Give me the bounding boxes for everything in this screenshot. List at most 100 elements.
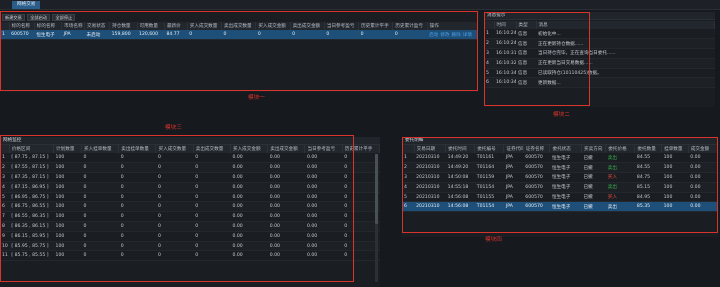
table-row[interactable]: 10[ 85.95 , 85.75 ] 100 0 0 0 0 0.00 0.00 0.00 0 xyxy=(0,241,380,252)
table-row[interactable]: 1[ 87.75 , 87.15 ] 100 0 0 0 0 0.00 0.00 0.00 0 xyxy=(0,153,380,164)
column-header[interactable]: 时间 xyxy=(494,21,517,29)
table-row[interactable]: 8[ 86.35 , 86.15 ] 100 0 0 0 0 0.00 0.00 0.00 0 xyxy=(0,221,380,232)
column-header[interactable]: 可用数量 xyxy=(137,22,165,30)
column-header[interactable]: 委托时间 xyxy=(445,145,476,153)
column-header[interactable]: 卖出成交数量 xyxy=(193,145,231,153)
table-cell: 0.00 xyxy=(230,241,268,252)
column-header[interactable]: 标的名称 xyxy=(9,22,35,30)
table-cell: 0.00 xyxy=(304,153,343,164)
column-header[interactable]: 消息 xyxy=(536,21,715,29)
table-cell: [ 86.15 , 85.95 ] xyxy=(9,231,54,242)
column-header[interactable]: 卖出挂单数量 xyxy=(118,145,157,153)
modify-link[interactable]: 修改 xyxy=(440,33,449,38)
table-row[interactable]: 6[ 86.75 , 86.55 ] 100 0 0 0 0 0.00 0.00 0.00 0 xyxy=(0,201,380,213)
table-row[interactable]: 11[ 85.75 , 85.55 ] 100 0 0 0 0 0.00 0.00 0.00 0 xyxy=(0,250,380,262)
column-header[interactable]: 历史累计平手 xyxy=(342,145,381,153)
column-header[interactable]: 买入成交数量 xyxy=(155,145,194,153)
column-header[interactable]: 证券代码 xyxy=(503,145,524,153)
column-header[interactable]: 当日参考盈亏 xyxy=(324,22,360,30)
column-header[interactable] xyxy=(0,22,10,30)
table-cell: JPA xyxy=(503,153,524,164)
table-cell: 2 xyxy=(402,162,415,174)
table-cell: 卖出 xyxy=(605,153,635,164)
table-row[interactable]: 1 20210310 14:49:20 T01161 JPA 600570 恒生电子 已撤 卖出… xyxy=(402,153,718,164)
column-header[interactable]: 历史累计平手 xyxy=(358,22,394,30)
column-header[interactable]: 类型 xyxy=(516,21,537,29)
message-panel-title: 消息提示 xyxy=(484,12,715,20)
table-cell: 0 xyxy=(193,231,231,242)
column-header[interactable]: 卖出成交金额 xyxy=(290,22,325,30)
table-row[interactable]: 1 600570 恒生电子 JPA 未启动 159,800 120,600 84.77 0 0 0 0… xyxy=(0,30,478,41)
table-row[interactable]: 9[ 86.15 , 85.95 ] 100 0 0 0 0 0.00 0.00 0.00 0 xyxy=(0,231,380,242)
table-row[interactable]: 5[ 86.95 , 86.75 ] 100 0 0 0 0 0.00 0.00 0.00 0 xyxy=(0,192,380,203)
table-cell: 5 xyxy=(0,192,10,203)
list-item[interactable]: 5 16:10:34 信息 已读取持仓(10110425)数据。 xyxy=(484,68,715,79)
table-row[interactable]: 6 20210310 14:56:08 T01154 JPA 600570 恒生电子 已撤 卖出… xyxy=(402,201,718,213)
column-header[interactable]: 买入挂单数量 xyxy=(81,145,120,153)
start-link[interactable]: 启动 xyxy=(429,33,438,38)
table-cell: 0 xyxy=(81,153,119,164)
message-type: 信息 xyxy=(516,68,536,79)
delete-link[interactable]: 删除 xyxy=(452,33,461,38)
column-header[interactable]: 成交金额 xyxy=(688,145,719,153)
list-item[interactable]: 1 16:10:24 信息 初始化中... xyxy=(484,29,715,40)
module1-label: 模块一 xyxy=(248,95,265,101)
start-all-button[interactable]: 全部启动 xyxy=(27,14,50,21)
table-cell: 0 xyxy=(155,241,194,252)
table-row[interactable]: 2[ 87.55 , 87.15 ] 100 0 0 0 0 0.00 0.00 0.00 0 xyxy=(0,162,380,174)
table-cell: 0 xyxy=(155,162,194,174)
message-type: 信息 xyxy=(516,77,536,89)
column-header[interactable]: 标的名称 xyxy=(34,22,63,30)
column-header[interactable]: 挂单数量 xyxy=(661,145,689,153)
column-header[interactable]: 计划数量 xyxy=(53,145,82,153)
column-header[interactable]: 交易日期 xyxy=(414,145,447,153)
column-header[interactable]: 委托编号 xyxy=(474,145,505,153)
tab-grid-trading[interactable]: 网格交易 xyxy=(12,1,41,9)
column-header[interactable]: 持仓数量 xyxy=(109,22,138,30)
table-row[interactable]: 3 20210310 14:50:08 T01159 JPA 600570 恒生电子 已撤 买入… xyxy=(402,172,718,183)
column-header[interactable] xyxy=(484,21,495,29)
table-row[interactable]: 7[ 86.55 , 86.35 ] 100 0 0 0 0 0.00 0.00 0.00 0 xyxy=(0,211,380,223)
column-header[interactable]: 操作 xyxy=(427,22,479,30)
list-item[interactable]: 4 16:10:32 信息 正在更新当日交易数据...... xyxy=(484,58,715,69)
list-item[interactable]: 6 16:10:34 信息 更新数据... xyxy=(484,77,715,89)
column-header[interactable]: 委托价格 xyxy=(605,145,636,153)
table-row[interactable]: 4[ 87.15 , 86.95 ] 100 0 0 0 0 0.00 0.00 0.00 0 xyxy=(0,182,380,193)
column-header[interactable]: 买入成交金额 xyxy=(255,22,291,30)
table-cell: 100 xyxy=(661,153,689,164)
table-cell: 100 xyxy=(661,192,689,203)
grid-monitor-scrollbar[interactable] xyxy=(375,154,378,282)
table-cell: 0 xyxy=(155,221,194,232)
table-cell: 600570 xyxy=(523,172,550,183)
table-row[interactable]: 3[ 87.35 , 87.15 ] 100 0 0 0 0 0.00 0.00 0.00 0 xyxy=(0,172,380,183)
column-header[interactable]: 市场名称 xyxy=(61,22,85,30)
column-header[interactable]: 证券名称 xyxy=(523,145,551,153)
column-header[interactable]: 交易状态 xyxy=(84,22,111,30)
column-header[interactable]: 最新价 xyxy=(164,22,188,30)
scrollbar-thumb[interactable] xyxy=(375,154,378,224)
column-header[interactable]: 当日参考盈亏 xyxy=(304,145,343,153)
new-trade-button[interactable]: 新建交易 xyxy=(2,14,25,21)
column-header[interactable]: 委托数量 xyxy=(634,145,663,153)
message-time: 16:10:32 xyxy=(494,58,516,69)
column-header[interactable]: 卖出成交金额 xyxy=(267,145,306,153)
list-item[interactable]: 2 16:10:24 信息 正在更新持仓数据...... xyxy=(484,38,715,50)
column-header[interactable] xyxy=(0,145,10,153)
column-header[interactable]: 卖出成交数量 xyxy=(221,22,257,30)
table-row[interactable]: 4 20210310 14:55:18 T01154 JPA 600570 恒生电子 已撤 卖出… xyxy=(402,182,718,193)
column-header[interactable]: 买入成交数量 xyxy=(187,22,223,30)
column-header[interactable]: 历史累计盈亏 xyxy=(392,22,428,30)
stop-all-button[interactable]: 全部停止 xyxy=(52,14,76,21)
table-cell: 6 xyxy=(0,201,10,213)
table-row[interactable]: 2 20210310 14:49:20 T01164 JPA 600570 恒生电子 已撤 卖出… xyxy=(402,162,718,174)
message-type: 信息 xyxy=(516,58,536,69)
column-header[interactable]: 买卖方向 xyxy=(581,145,607,153)
column-header[interactable]: 委托状态 xyxy=(549,145,583,153)
table-cell: 已撤 xyxy=(581,192,606,203)
detail-link[interactable]: 详情 xyxy=(463,33,472,38)
list-item[interactable]: 3 16:10:31 信息 当日持仓完毕，正在查询当日委托...... xyxy=(484,48,715,59)
column-header[interactable]: 买入成交金额 xyxy=(230,145,269,153)
column-header[interactable]: 价格区间 xyxy=(9,145,55,153)
table-row[interactable]: 5 20210310 14:56:08 T01155 JPA 600570 恒生电子 已撤 买入… xyxy=(402,192,718,203)
column-header[interactable] xyxy=(402,145,415,153)
